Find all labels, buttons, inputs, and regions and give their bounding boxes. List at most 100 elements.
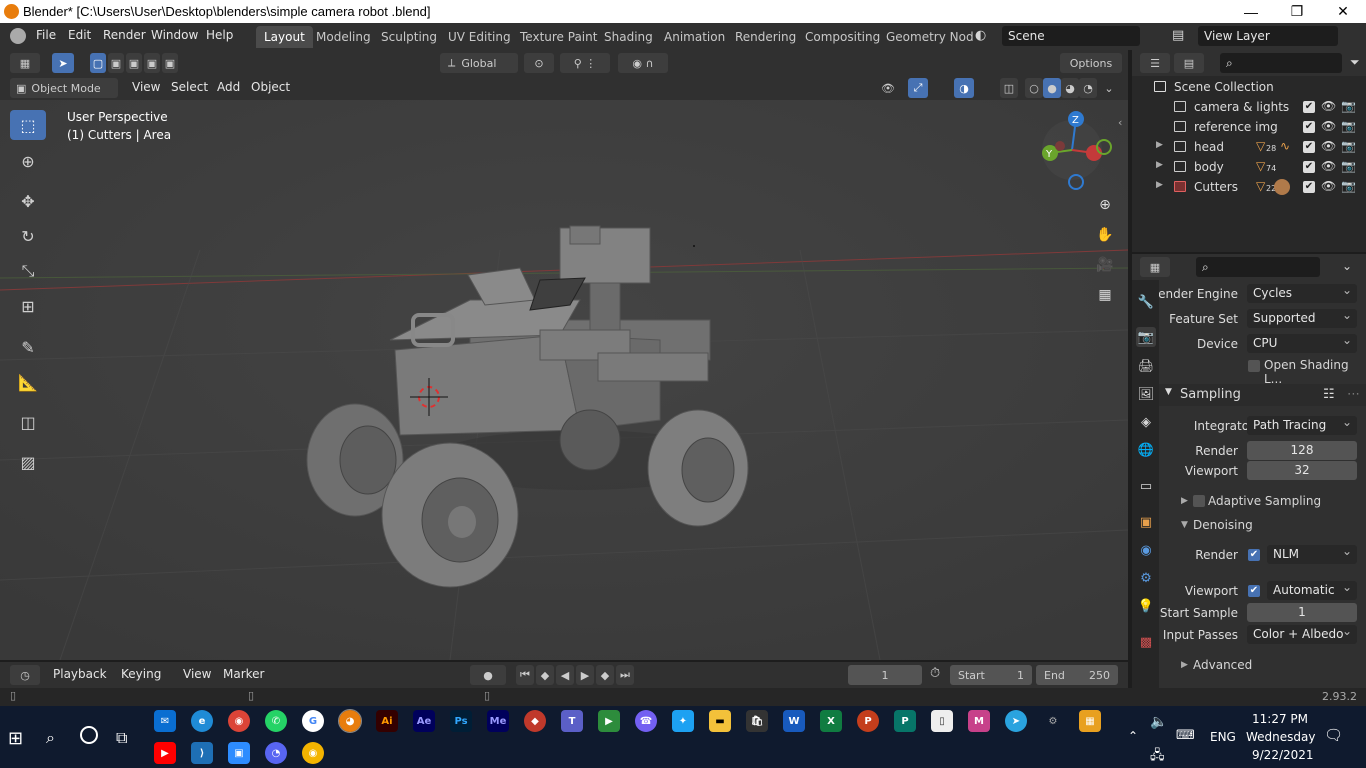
scene-tab-icon[interactable]: ◈ [1136,412,1156,432]
render-engine-dropdown[interactable]: Cycles [1247,284,1357,303]
outliner-row[interactable]: ▶ Cutters ▽ 22 ✔ 👁 📷 [1132,177,1366,197]
stopwatch-icon[interactable]: ⏱ [930,666,940,681]
expand-arrow-icon[interactable]: ▶ [1156,160,1163,170]
menu-marker[interactable]: Marker [223,667,264,681]
texture-tab-icon[interactable]: ▩ [1136,632,1156,652]
maximize-button[interactable]: ❐ [1274,0,1320,23]
device-dropdown[interactable]: CPU [1247,334,1357,353]
menu-file[interactable]: File [36,28,56,42]
mail-icon[interactable]: ✉ [154,710,176,732]
camera-icon[interactable]: 📷 [1341,119,1356,133]
editor-type-button[interactable]: ▦ [10,53,40,73]
shading-options-icon[interactable]: ⌄ [1100,78,1118,98]
input-language[interactable]: ENG [1210,730,1236,744]
blender-taskbar-icon[interactable]: ◕ [338,709,362,733]
world-tab-icon[interactable]: 🌐 [1136,440,1156,460]
discord-icon[interactable]: ◔ [265,742,287,764]
mode-dropdown[interactable]: ▣ Object Mode [10,78,118,98]
render-samples-field[interactable]: 128 [1247,441,1357,460]
edge-icon[interactable]: e [191,710,213,732]
telegram-icon[interactable]: ➤ [1005,710,1027,732]
presets-icon[interactable]: ☷ [1323,387,1335,402]
outliner-editor-type-button[interactable]: ☰ [1140,53,1170,73]
play-icon[interactable]: ▶ [576,665,594,685]
grid-projection-icon[interactable]: ▦ [1092,282,1118,308]
store-icon[interactable]: 🛍 [746,710,768,732]
windows-start-icon[interactable]: ⊞ [8,728,23,749]
properties-editor-type-button[interactable]: ▦ [1140,257,1170,277]
options-dropdown[interactable]: Options [1060,53,1122,73]
input-passes-dropdown[interactable]: Color + Albedo [1247,625,1357,644]
select-tool-icon[interactable]: ➤ [52,53,74,73]
expand-arrow-icon[interactable]: ▶ [1156,140,1163,150]
app-icon[interactable]: ◆ [524,710,546,732]
steam-icon[interactable]: ⚙ [1042,710,1064,732]
office-icon[interactable]: ▦ [1079,710,1101,732]
zoom-icon[interactable]: ⊕ [1092,192,1118,218]
word-icon[interactable]: W [783,710,805,732]
exclude-checkbox[interactable]: ✔ [1303,101,1315,113]
powerpoint-icon[interactable]: P [857,710,879,732]
tab-modeling[interactable]: Modeling [308,26,379,48]
sidebar-toggle-icon[interactable]: ‹ [1118,116,1122,129]
volume-icon[interactable]: 🔈 [1150,714,1167,730]
menu-help[interactable]: Help [206,28,233,42]
properties-search-input[interactable]: ⌕ [1196,257,1320,277]
transform-orientation-dropdown[interactable]: ⟂ Global [440,53,518,73]
play-reverse-icon[interactable]: ◀ [556,665,574,685]
measure-tool-icon[interactable]: 📐 [10,367,46,397]
camera-icon[interactable]: 📷 [1341,159,1356,173]
menu-add[interactable]: Add [217,80,240,94]
physics-tab-icon[interactable]: ◉ [1136,540,1156,560]
clock-day[interactable]: Wednesday [1246,730,1315,744]
exclude-checkbox[interactable]: ✔ [1303,161,1315,173]
rendered-shading-icon[interactable]: ◔ [1079,78,1097,98]
expand-arrow-icon[interactable]: ▶ [1181,496,1188,506]
image-tool-icon[interactable]: ▨ [10,447,46,477]
viewport-samples-field[interactable]: 32 [1247,461,1357,480]
menu-window[interactable]: Window [151,28,198,42]
show-hidden-icons-icon[interactable]: ⌃ [1128,729,1138,743]
menu-keying[interactable]: Keying [121,667,161,681]
tab-compositing[interactable]: Compositing [797,26,888,48]
current-frame-field[interactable]: 1 [848,665,922,685]
select-invert-icon[interactable]: ▣ [144,53,160,73]
menu-playback[interactable]: Playback [53,667,107,681]
menu-render[interactable]: Render [103,28,146,42]
notification-icon[interactable]: 🗨 [1324,726,1343,744]
pivot-point-dropdown[interactable]: ⊙ [524,53,554,73]
material-shading-icon[interactable]: ◕ [1061,78,1079,98]
clock-time[interactable]: 11:27 PM [1252,712,1308,726]
blender-menu-icon[interactable] [10,28,26,44]
tab-layout[interactable]: Layout [256,26,313,48]
collection-tab-icon[interactable]: ▭ [1136,476,1156,496]
exclude-checkbox[interactable]: ✔ [1303,141,1315,153]
proportional-editing-dropdown[interactable]: ◉ ∩ [618,53,668,73]
tab-texture-paint[interactable]: Texture Paint [512,26,605,48]
select-subtract-icon[interactable]: ▣ [126,53,142,73]
viber-icon[interactable]: ☎ [635,710,657,732]
menu-timeline-view[interactable]: View [183,667,211,681]
add-cube-tool-icon[interactable]: ◫ [10,407,46,437]
close-button[interactable]: ✕ [1320,0,1366,23]
adaptive-sampling-checkbox[interactable] [1193,495,1205,507]
minimize-button[interactable]: — [1228,0,1274,23]
scene-collection-row[interactable]: Scene Collection [1132,77,1366,97]
rotate-tool-icon[interactable]: ↻ [10,221,46,251]
illustrator-icon[interactable]: Ai [376,710,398,732]
search-icon[interactable]: ⌕ [46,728,55,748]
data-tab-icon[interactable]: 💡 [1136,596,1156,616]
keyboard-icon[interactable]: ⌨ [1176,728,1195,743]
feature-set-dropdown[interactable]: Supported [1247,309,1357,328]
pan-hand-icon[interactable]: ✋ [1092,222,1118,248]
whatsapp-icon[interactable]: ✆ [265,710,287,732]
overlay-toggle-icon[interactable]: ◑ [954,78,974,98]
exclude-checkbox[interactable]: ✔ [1303,181,1315,193]
twitter-icon[interactable]: ✦ [672,710,694,732]
chrome-canary-icon[interactable]: ◉ [302,742,324,764]
jump-start-icon[interactable]: ⏮ [516,665,534,685]
expand-arrow-icon[interactable]: ▶ [1156,180,1163,190]
outliner-row[interactable]: ▶ body ▽ 74 ✔ 👁 📷 [1132,157,1366,177]
file-explorer-icon[interactable]: ▬ [709,710,731,732]
outliner-row[interactable]: ▶ head ▽ 28 ∿ ✔ 👁 📷 [1132,137,1366,157]
